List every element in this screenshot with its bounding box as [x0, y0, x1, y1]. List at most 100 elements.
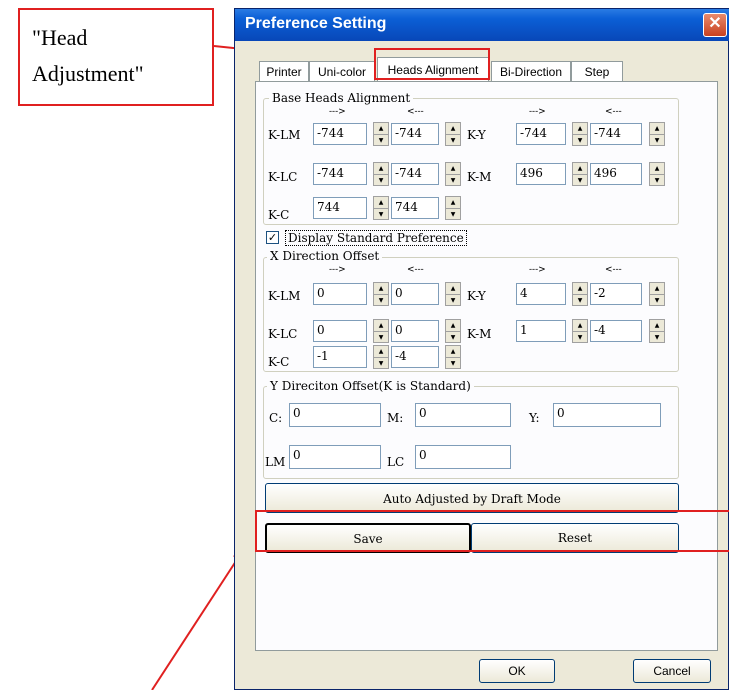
spin-button[interactable]: ▲ ▼: [373, 162, 389, 186]
base-klc-right-field[interactable]: -744: [313, 163, 367, 185]
y-lc-field[interactable]: 0: [415, 445, 511, 469]
spin-up-icon[interactable]: ▲: [374, 320, 388, 332]
auto-adjust-button[interactable]: Auto Adjusted by Draft Mode: [265, 483, 679, 513]
x-km-right-field[interactable]: 1: [516, 320, 566, 342]
spin-up-icon[interactable]: ▲: [446, 197, 460, 209]
x-kc-left-field[interactable]: -4: [391, 346, 439, 368]
spin-down-icon[interactable]: ▼: [446, 209, 460, 220]
spin-down-icon[interactable]: ▼: [650, 295, 664, 306]
spin-button[interactable]: ▲ ▼: [649, 282, 665, 306]
base-klm-left-field[interactable]: -744: [391, 123, 439, 145]
spin-button[interactable]: ▲ ▼: [649, 162, 665, 186]
y-lm-field[interactable]: 0: [289, 445, 381, 469]
base-ky-right-field[interactable]: -744: [516, 123, 566, 145]
spin-up-icon[interactable]: ▲: [374, 123, 388, 135]
spin-up-icon[interactable]: ▲: [573, 123, 587, 135]
y-c-field[interactable]: 0: [289, 403, 381, 427]
tab-uni-color[interactable]: Uni-color: [309, 61, 375, 81]
tab-step[interactable]: Step: [571, 61, 623, 81]
spin-up-icon[interactable]: ▲: [446, 320, 460, 332]
spin-button[interactable]: ▲ ▼: [445, 282, 461, 306]
spin-up-icon[interactable]: ▲: [573, 163, 587, 175]
x-kc-right-field[interactable]: -1: [313, 346, 367, 368]
spin-up-icon[interactable]: ▲: [650, 320, 664, 332]
base-km-right-field[interactable]: 496: [516, 163, 566, 185]
spin-down-icon[interactable]: ▼: [446, 332, 460, 343]
spin-button[interactable]: ▲ ▼: [445, 196, 461, 220]
spin-down-icon[interactable]: ▼: [650, 175, 664, 186]
x-ky-left-field[interactable]: -2: [590, 283, 642, 305]
x-klm-right-field[interactable]: 0: [313, 283, 367, 305]
spin-down-icon[interactable]: ▼: [650, 135, 664, 146]
base-klc-left-field[interactable]: -744: [391, 163, 439, 185]
spin-up-icon[interactable]: ▲: [446, 283, 460, 295]
display-standard-checkbox[interactable]: ✓: [266, 231, 279, 244]
spin-up-icon[interactable]: ▲: [374, 283, 388, 295]
x-ky-right-field[interactable]: 4: [516, 283, 566, 305]
spin-button[interactable]: ▲ ▼: [445, 162, 461, 186]
spin-up-icon[interactable]: ▲: [446, 346, 460, 358]
spin-down-icon[interactable]: ▼: [446, 295, 460, 306]
spin-button[interactable]: ▲ ▼: [572, 282, 588, 306]
spin-button[interactable]: ▲ ▼: [445, 122, 461, 146]
tab-printer[interactable]: Printer: [259, 61, 309, 81]
spin-up-icon[interactable]: ▲: [650, 283, 664, 295]
y-m-field[interactable]: 0: [415, 403, 511, 427]
spin-down-icon[interactable]: ▼: [374, 175, 388, 186]
ok-button[interactable]: OK: [479, 659, 555, 683]
base-klm-right-field[interactable]: -744: [313, 123, 367, 145]
spin-button[interactable]: ▲ ▼: [373, 319, 389, 343]
x-klm-left-field[interactable]: 0: [391, 283, 439, 305]
field-label: K-LC: [268, 327, 298, 341]
cancel-button[interactable]: Cancel: [633, 659, 711, 683]
spin-down-icon[interactable]: ▼: [573, 135, 587, 146]
arrow-label: <---: [407, 265, 424, 275]
spin-down-icon[interactable]: ▼: [446, 175, 460, 186]
spin-button[interactable]: ▲ ▼: [572, 319, 588, 343]
display-standard-label[interactable]: Display Standard Preference: [285, 230, 467, 246]
spin-up-icon[interactable]: ▲: [573, 320, 587, 332]
spin-up-icon[interactable]: ▲: [374, 346, 388, 358]
x-km-left-field[interactable]: -4: [590, 320, 642, 342]
x-klc-left-field[interactable]: 0: [391, 320, 439, 342]
field-label: K-LC: [268, 170, 298, 184]
spin-down-icon[interactable]: ▼: [573, 175, 587, 186]
x-klc-right-field[interactable]: 0: [313, 320, 367, 342]
spin-button[interactable]: ▲ ▼: [373, 282, 389, 306]
spin-down-icon[interactable]: ▼: [650, 332, 664, 343]
spin-button[interactable]: ▲ ▼: [373, 196, 389, 220]
spin-down-icon[interactable]: ▼: [374, 209, 388, 220]
tab-bi-direction[interactable]: Bi-Direction: [491, 61, 571, 81]
spin-down-icon[interactable]: ▼: [446, 358, 460, 369]
spin-down-icon[interactable]: ▼: [374, 358, 388, 369]
spin-up-icon[interactable]: ▲: [374, 197, 388, 209]
spin-up-icon[interactable]: ▲: [573, 283, 587, 295]
base-ky-left-field[interactable]: -744: [590, 123, 642, 145]
spin-down-icon[interactable]: ▼: [374, 295, 388, 306]
spin-button[interactable]: ▲ ▼: [572, 162, 588, 186]
base-km-left-field[interactable]: 496: [590, 163, 642, 185]
spin-button[interactable]: ▲ ▼: [649, 319, 665, 343]
spin-up-icon[interactable]: ▲: [650, 163, 664, 175]
spin-down-icon[interactable]: ▼: [446, 135, 460, 146]
spin-up-icon[interactable]: ▲: [650, 123, 664, 135]
spin-down-icon[interactable]: ▼: [374, 332, 388, 343]
spin-down-icon[interactable]: ▼: [374, 135, 388, 146]
spin-button[interactable]: ▲ ▼: [445, 345, 461, 369]
spin-button[interactable]: ▲ ▼: [572, 122, 588, 146]
spin-button[interactable]: ▲ ▼: [373, 345, 389, 369]
spin-down-icon[interactable]: ▼: [573, 332, 587, 343]
spin-up-icon[interactable]: ▲: [446, 123, 460, 135]
y-y-field[interactable]: 0: [553, 403, 661, 427]
spin-button[interactable]: ▲ ▼: [445, 319, 461, 343]
close-icon[interactable]: ✕: [703, 13, 727, 37]
spin-down-icon[interactable]: ▼: [573, 295, 587, 306]
spin-button[interactable]: ▲ ▼: [649, 122, 665, 146]
base-kc-right-field[interactable]: 744: [313, 197, 367, 219]
field-label: K-LM: [268, 128, 301, 142]
spin-button[interactable]: ▲ ▼: [373, 122, 389, 146]
base-kc-left-field[interactable]: 744: [391, 197, 439, 219]
spin-up-icon[interactable]: ▲: [446, 163, 460, 175]
tab-label: Step: [584, 65, 610, 79]
spin-up-icon[interactable]: ▲: [374, 163, 388, 175]
